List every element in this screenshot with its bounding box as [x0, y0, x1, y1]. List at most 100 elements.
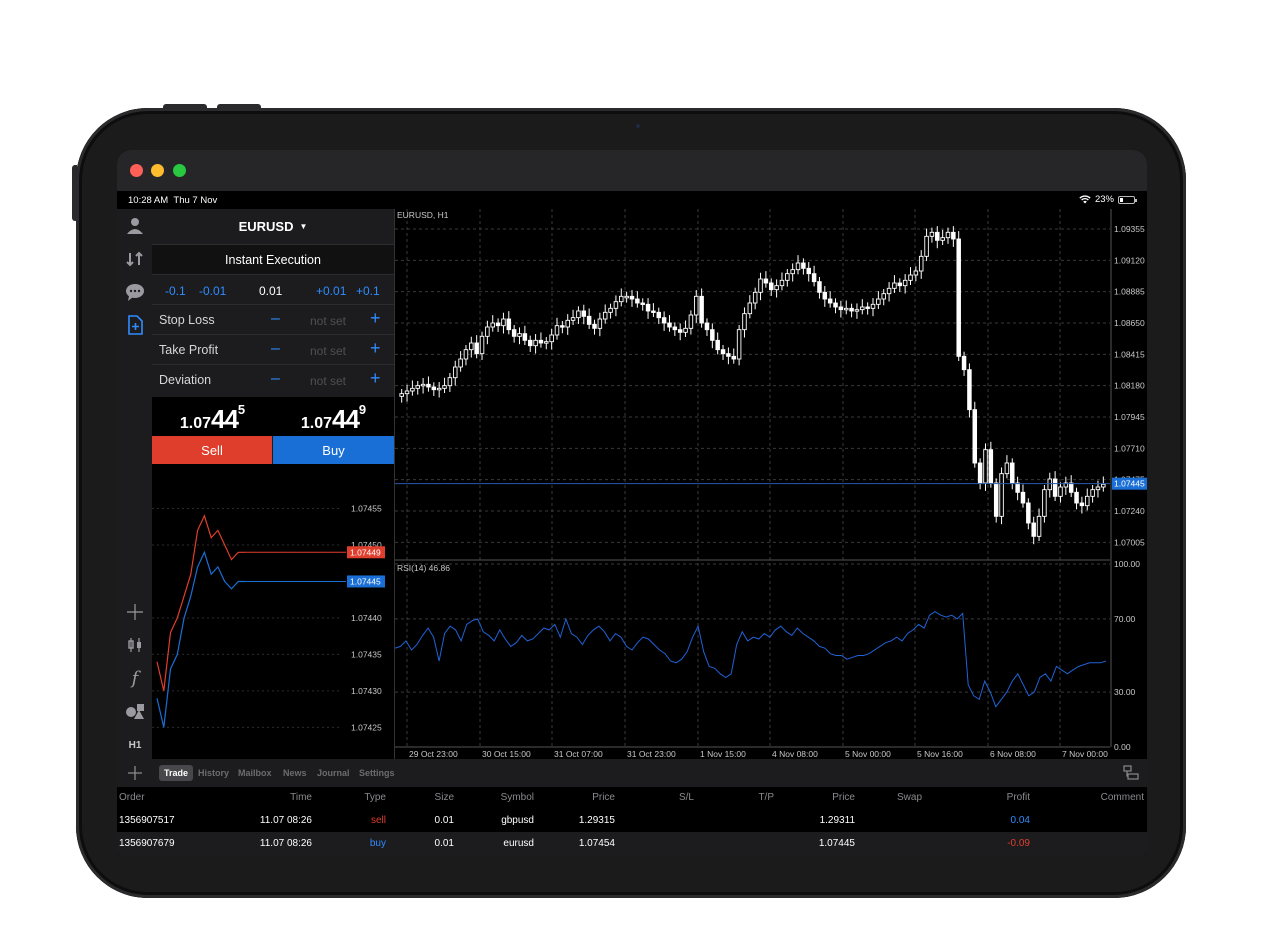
minimize-window-button[interactable] [151, 164, 164, 177]
header-sl[interactable]: S/L [657, 792, 694, 803]
take-profit-plus-button[interactable]: + [370, 338, 381, 359]
header-time[interactable]: Time [257, 792, 312, 803]
crosshair-icon[interactable] [124, 601, 146, 623]
header-profit[interactable]: Profit [977, 792, 1030, 803]
candle-body [447, 377, 453, 387]
trade-table: Order Time Type Size Symbol Price S/L T/P Price S… [117, 787, 1147, 855]
candle-body [592, 323, 597, 329]
accounts-icon[interactable] [124, 215, 146, 237]
time-axis-label: 30 Oct 15:00 [482, 749, 531, 759]
objects-icon[interactable] [124, 700, 146, 722]
wifi-icon [1079, 195, 1091, 204]
price-axis-label: 1.07240 [1114, 506, 1145, 516]
candle-body [1026, 502, 1031, 524]
candle-body [940, 237, 945, 241]
zoom-window-button[interactable] [173, 164, 186, 177]
execution-type[interactable]: Instant Execution [152, 245, 394, 275]
tab-settings[interactable]: Settings [354, 765, 400, 781]
price-axis-label: 1.08180 [1114, 381, 1145, 391]
table-row[interactable]: 1356907679 11.07 08:26 buy 0.01 eurusd 1.0745… [117, 832, 1147, 855]
candle-body [538, 339, 544, 344]
tab-mailbox[interactable]: Mailbox [233, 765, 277, 781]
chat-icon[interactable] [124, 281, 146, 303]
volume-value[interactable]: 0.01 [259, 284, 282, 298]
symbol-selector[interactable]: EURUSD ▼ [152, 209, 394, 245]
indicators-icon[interactable]: f [124, 667, 146, 689]
candle-body [565, 319, 570, 328]
header-order[interactable]: Order [119, 792, 209, 803]
volume-minus-0-1-button[interactable]: -0.1 [165, 284, 186, 298]
header-type[interactable]: Type [347, 792, 386, 803]
candle-body [999, 473, 1004, 517]
candle-body [495, 322, 501, 327]
candle-body [608, 307, 613, 313]
dropdown-arrow-icon: ▼ [299, 222, 308, 231]
volume-plus-0-1-button[interactable]: +0.1 [356, 284, 380, 298]
deviation-value[interactable]: not set [300, 374, 356, 388]
chart-type-icon[interactable] [124, 634, 146, 656]
header-comment[interactable]: Comment [1077, 792, 1144, 803]
candle-body [785, 273, 790, 281]
layout-icon[interactable] [1123, 765, 1139, 781]
candle-body [715, 339, 720, 351]
header-swap[interactable]: Swap [897, 792, 937, 803]
header-size[interactable]: Size [407, 792, 454, 803]
candle-body [870, 303, 876, 309]
new-order-icon[interactable] [124, 314, 146, 336]
tick-chart[interactable]: 1.07455 1.07450 1.07440 1.07435 1.07430 1.074… [152, 464, 394, 759]
deviation-minus-button[interactable]: – [271, 370, 280, 388]
quotes-icon[interactable] [124, 248, 146, 270]
add-icon[interactable] [126, 764, 144, 782]
price-chart[interactable]: 1.09355 1.09120 1.08885 1.08650 1.08415 1.081… [394, 209, 1147, 759]
time-axis-label: 7 Nov 00:00 [1062, 749, 1108, 759]
tick-axis-label: 1.07440 [351, 613, 382, 623]
candle-body [779, 279, 785, 287]
table-header: Order Time Type Size Symbol Price S/L T/P Price S… [117, 787, 1147, 809]
candle-body [892, 282, 897, 289]
candle-body [554, 325, 560, 336]
cell-time: 11.07 08:26 [259, 838, 312, 849]
candle-body [651, 310, 656, 313]
take-profit-minus-button[interactable]: – [271, 340, 280, 358]
volume-row: -0.1 -0.01 0.01 +0.01 +0.1 [152, 275, 394, 305]
sell-button[interactable]: Sell [152, 436, 272, 464]
tab-trade[interactable]: Trade [159, 765, 194, 781]
stop-loss-value[interactable]: not set [300, 314, 356, 328]
header-price2[interactable]: Price [797, 792, 855, 803]
deviation-plus-button[interactable]: + [370, 368, 381, 389]
close-window-button[interactable] [130, 164, 143, 177]
order-panel: EURUSD ▼ Instant Execution -0.1 -0.01 0.… [152, 209, 394, 464]
price-chart-canvas: 1.09355 1.09120 1.08885 1.08650 1.08415 1.081… [394, 209, 1147, 759]
candle-body [935, 231, 940, 241]
header-tp[interactable]: T/P [737, 792, 774, 803]
price-axis-label: 1.08415 [1114, 349, 1145, 359]
candle-body [763, 278, 769, 284]
battery-percent: 23% [1094, 194, 1114, 205]
buy-button[interactable]: Buy [273, 436, 394, 464]
table-row[interactable]: 1356907517 11.07 08:26 sell 0.01 gbpusd 1.293… [117, 809, 1147, 832]
tab-history[interactable]: History [193, 765, 234, 781]
candle-body [522, 333, 528, 341]
tab-news[interactable]: News [278, 765, 312, 781]
candle-body [1058, 486, 1063, 497]
candle-body [624, 295, 629, 299]
cell-symbol: gbpusd [501, 815, 534, 826]
volume-minus-0-01-button[interactable]: -0.01 [199, 284, 226, 298]
candle-body [672, 326, 678, 331]
header-price[interactable]: Price [562, 792, 615, 803]
timeframe-button[interactable]: H1 [124, 734, 146, 756]
candle-body [1079, 502, 1085, 507]
candle-body [656, 311, 662, 319]
candle-body [597, 318, 603, 329]
candle-body [811, 273, 817, 283]
take-profit-value[interactable]: not set [300, 344, 356, 358]
candle-body [929, 231, 935, 237]
header-symbol[interactable]: Symbol [477, 792, 534, 803]
stop-loss-minus-button[interactable]: – [271, 310, 280, 328]
stop-loss-plus-button[interactable]: + [370, 308, 381, 329]
terminal-tabbar: Trade History Mailbox News Journal Settings [117, 759, 1147, 787]
volume-plus-0-01-button[interactable]: +0.01 [316, 284, 346, 298]
candle-body [902, 279, 908, 287]
time-axis-label: 31 Oct 07:00 [554, 749, 603, 759]
tab-journal[interactable]: Journal [312, 765, 355, 781]
